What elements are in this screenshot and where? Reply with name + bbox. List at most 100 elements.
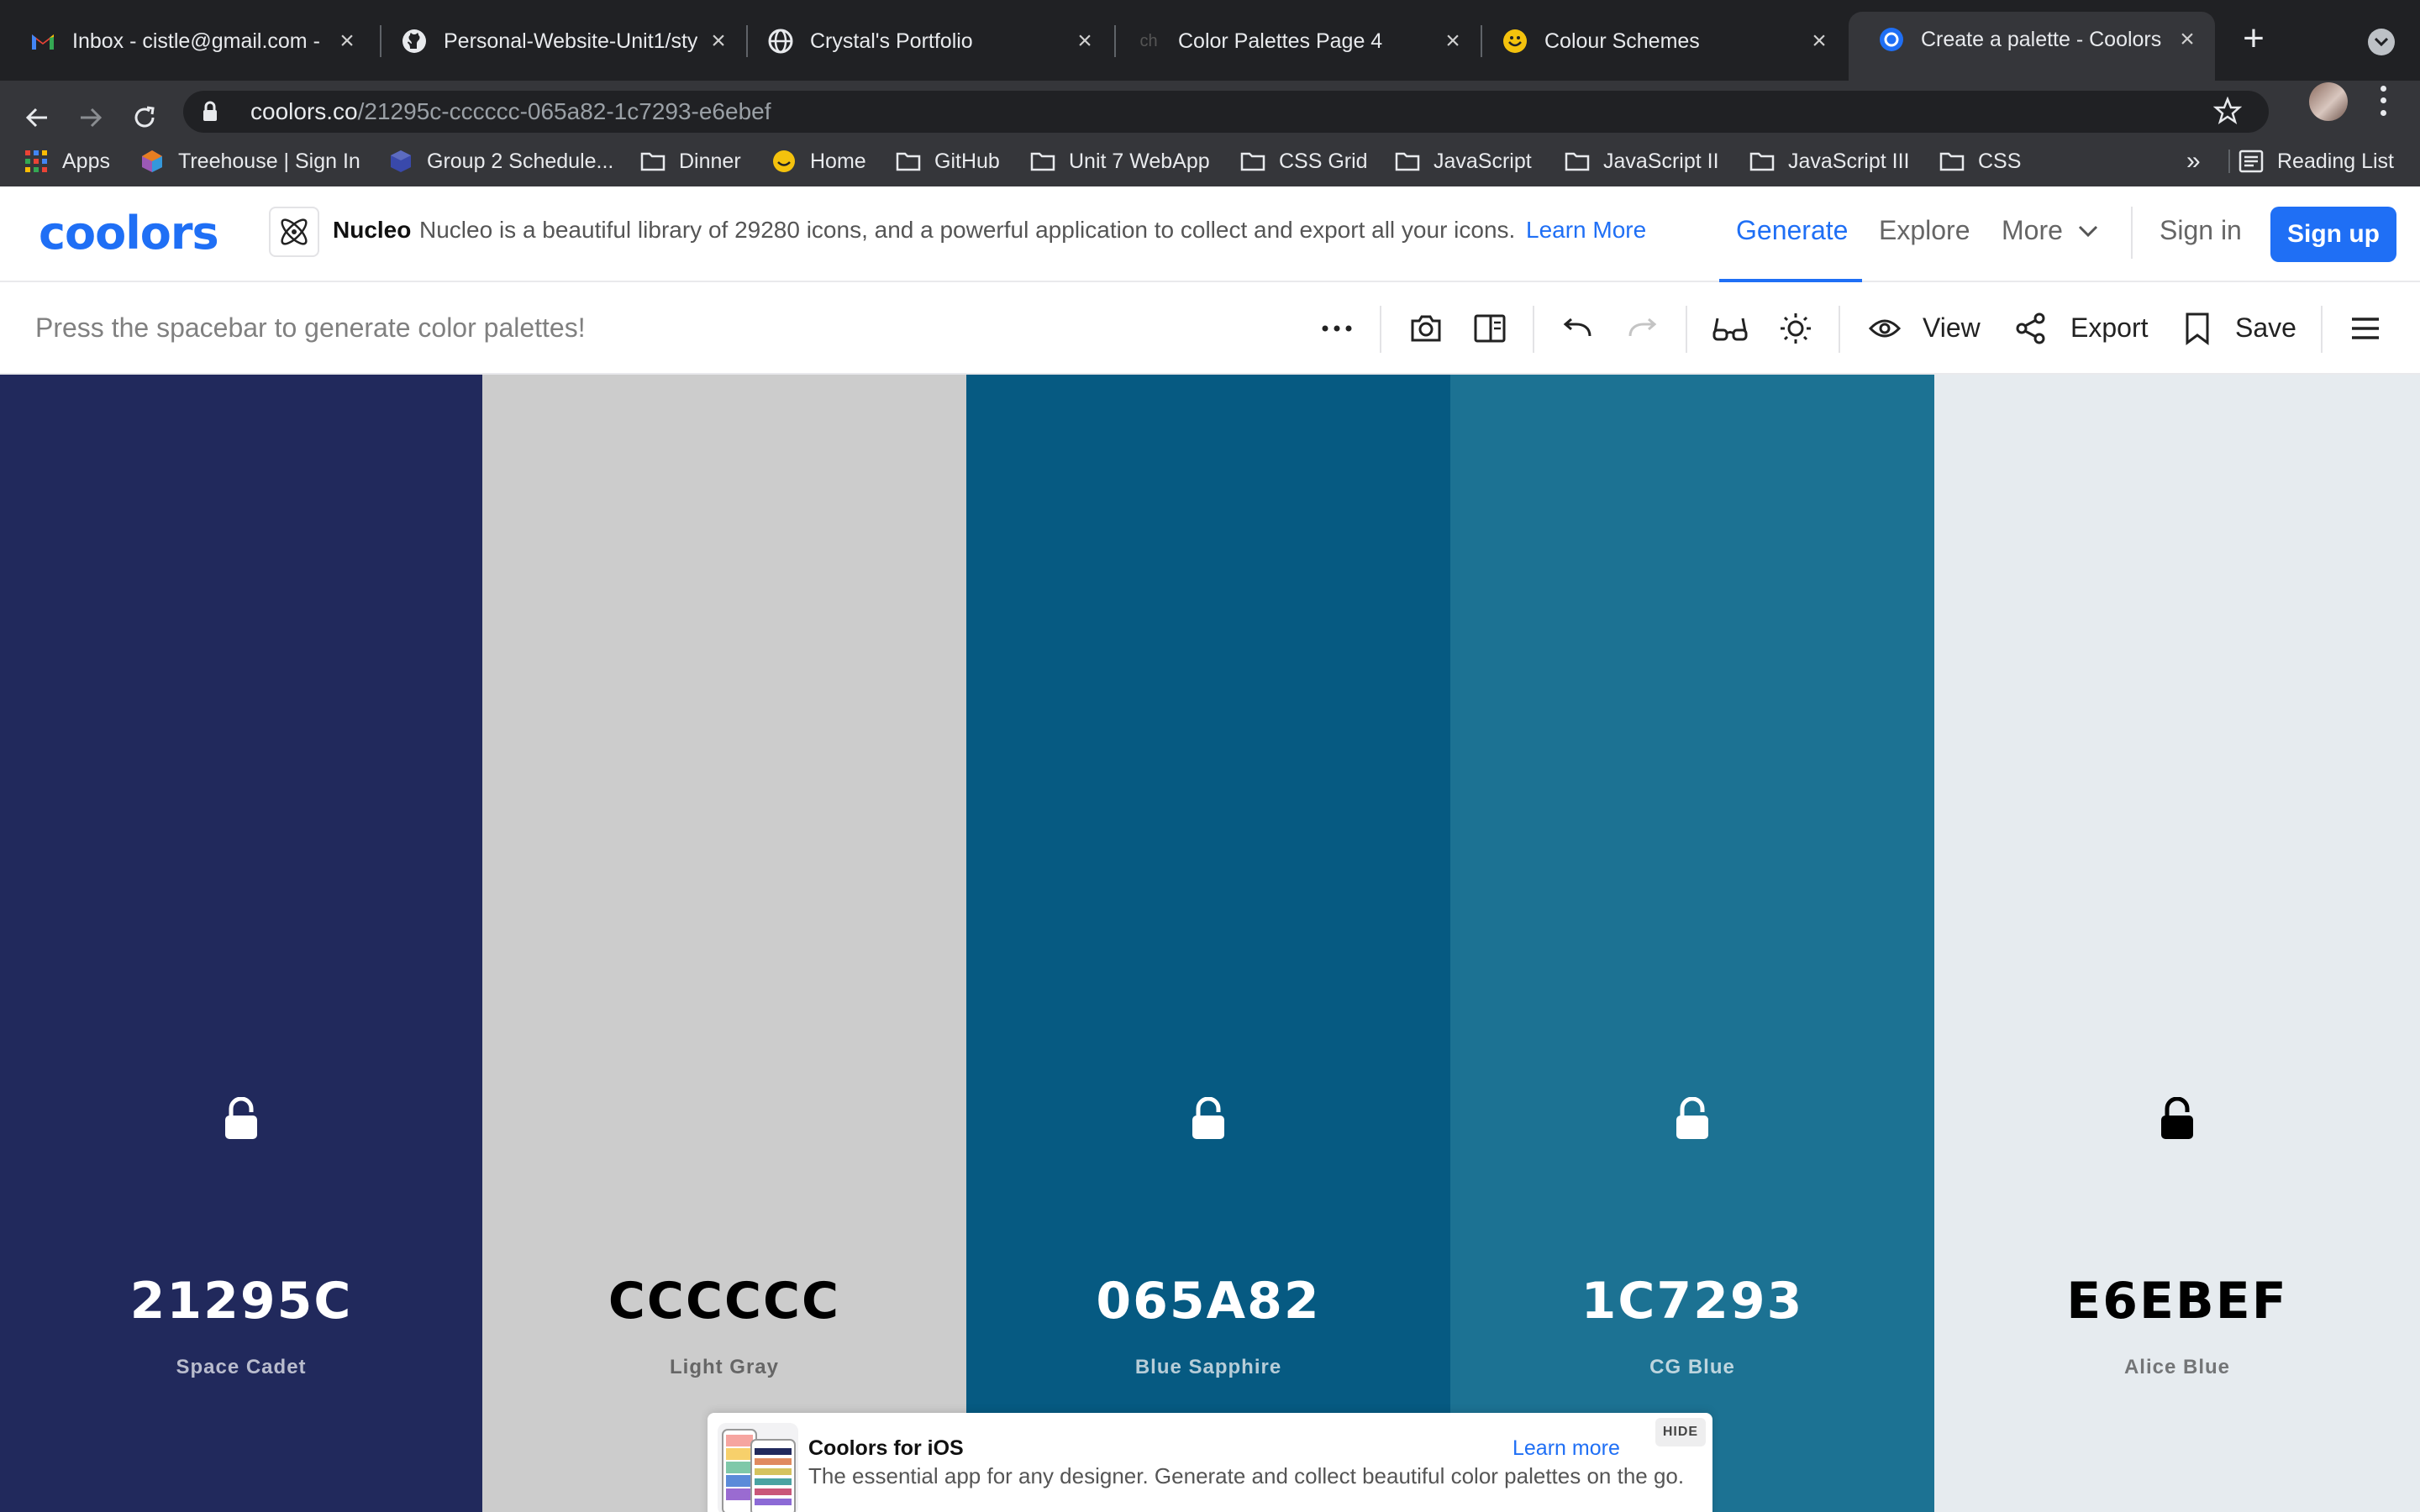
bookmark-home[interactable]: Home (771, 136, 866, 186)
profile-avatar[interactable] (2309, 82, 2348, 121)
sign-in-link[interactable]: Sign in (2160, 215, 2242, 246)
browser-tab[interactable]: Inbox - cistle@gmail.com - × (0, 13, 375, 69)
compare-layout-button[interactable] (1470, 309, 1509, 348)
close-icon[interactable]: × (1807, 27, 1832, 55)
browser-tab-active[interactable]: Create a palette - Coolors × (1849, 12, 2215, 81)
bookmark-folder[interactable]: CSS Grid (1240, 136, 1368, 186)
promo-title: Coolors for iOS (808, 1436, 964, 1460)
bookmark-label: JavaScript II (1603, 149, 1719, 173)
unlocked-lock-icon[interactable] (1190, 1097, 1227, 1141)
arrow-left-icon (25, 108, 47, 128)
undo-button[interactable] (1558, 309, 1597, 348)
unlocked-lock-icon[interactable] (2159, 1097, 2196, 1141)
toolbar-separator (1533, 306, 1534, 353)
color-name[interactable]: Light Gray (482, 1356, 966, 1379)
tab-title: Colour Schemes (1544, 29, 1700, 53)
bookmark-star-icon[interactable] (2212, 96, 2244, 127)
toolbar-separator (2321, 306, 2323, 353)
promo-learn-more-link[interactable]: Learn more (1512, 1436, 1620, 1461)
bookmark-folder[interactable]: Dinner (640, 136, 741, 186)
more-options-button[interactable] (1318, 309, 1356, 348)
bookmark-folder[interactable]: GitHub (896, 136, 1000, 186)
browser-tab[interactable]: Crystal's Portfolio × (738, 13, 1113, 69)
close-icon[interactable]: × (1440, 27, 1465, 55)
browser-tab[interactable]: Colour Schemes × (1472, 13, 1847, 69)
bookmark-label: GitHub (934, 149, 1000, 173)
close-icon[interactable]: × (334, 27, 360, 55)
lock-icon[interactable] (202, 100, 225, 123)
promo-hide-button[interactable]: HIDE (1655, 1418, 1706, 1446)
close-icon[interactable]: × (706, 27, 731, 55)
adjust-palette-button[interactable] (1776, 309, 1815, 348)
nav-generate[interactable]: Generate (1736, 215, 1848, 246)
export-label[interactable]: Export (2070, 312, 2148, 344)
color-name[interactable]: Alice Blue (1934, 1356, 2420, 1379)
bookmark-group-schedule[interactable]: Group 2 Schedule... (388, 136, 613, 186)
reload-button[interactable] (126, 99, 163, 136)
color-hex[interactable]: CCCCCC (482, 1272, 966, 1331)
hamburger-menu-icon (2352, 318, 2379, 339)
back-button[interactable] (18, 99, 55, 136)
color-hex[interactable]: 21295C (0, 1272, 482, 1331)
nucleo-logo-icon[interactable] (269, 207, 319, 257)
sign-up-button[interactable]: Sign up (2270, 207, 2396, 262)
color-swatch[interactable]: 1C7293 CG Blue (1450, 375, 1934, 1512)
unlocked-lock-icon[interactable] (223, 1097, 260, 1141)
folder-icon (1030, 149, 1055, 174)
export-button[interactable] (2012, 309, 2050, 348)
color-blindness-button[interactable] (1711, 309, 1749, 348)
browser-tab[interactable]: ch Color Palettes Page 4 × (1106, 13, 1481, 69)
color-hex[interactable]: 065A82 (966, 1272, 1450, 1331)
nav-explore[interactable]: Explore (1879, 215, 1970, 246)
redo-button[interactable] (1623, 309, 1662, 348)
split-view-icon (1474, 314, 1506, 343)
bookmark-apps[interactable]: Apps (24, 136, 110, 186)
color-swatch[interactable]: 065A82 Blue Sapphire (966, 375, 1450, 1512)
chevron-down-icon (2375, 38, 2388, 46)
color-hex[interactable]: 1C7293 (1450, 1272, 1934, 1331)
bookmark-treehouse[interactable]: Treehouse | Sign In (139, 136, 360, 186)
bookmark-label: Treehouse | Sign In (178, 149, 360, 173)
bookmark-folder[interactable]: CSS (1939, 136, 2021, 186)
close-icon[interactable]: × (1072, 27, 1097, 55)
unlocked-lock-icon[interactable] (1674, 1097, 1711, 1141)
view-button[interactable] (1865, 309, 1904, 348)
color-name[interactable]: CG Blue (1450, 1356, 1934, 1379)
camera-button[interactable] (1407, 309, 1445, 348)
forward-button[interactable] (72, 99, 109, 136)
bookmark-folder[interactable]: Unit 7 WebApp (1030, 136, 1210, 186)
folder-icon (1749, 149, 1775, 174)
browser-menu-button[interactable] (2373, 82, 2393, 119)
nav-more[interactable]: More (2002, 215, 2098, 246)
tab-search-button[interactable] (2368, 29, 2395, 55)
coolors-logo[interactable]: coolors (39, 208, 219, 259)
color-swatch[interactable]: E6EBEF Alice Blue (1934, 375, 2420, 1512)
color-swatch[interactable]: CCCCCC Light Gray (482, 375, 966, 1512)
smiley-icon (1502, 29, 1528, 54)
apps-grid-icon (24, 149, 49, 174)
ad-learn-more-link[interactable]: Learn More (1526, 217, 1646, 244)
bookmark-folder[interactable]: JavaScript II (1565, 136, 1719, 186)
folder-icon (1240, 149, 1265, 174)
close-icon[interactable]: × (2175, 25, 2200, 53)
color-name[interactable]: Space Cadet (0, 1356, 482, 1379)
app-screenshot-thumbnail (718, 1423, 798, 1512)
color-hex[interactable]: E6EBEF (1934, 1272, 2420, 1331)
reading-list[interactable]: Reading List (2238, 136, 2394, 186)
redo-icon (1628, 318, 1657, 337)
bookmark-label: Dinner (679, 149, 741, 173)
cube-icon (388, 149, 413, 174)
save-label[interactable]: Save (2235, 312, 2296, 344)
new-tab-button[interactable]: + (2235, 20, 2272, 59)
bookmark-folder[interactable]: JavaScript III (1749, 136, 1910, 186)
view-label[interactable]: View (1923, 312, 1981, 344)
bookmarks-separator (2228, 150, 2230, 173)
bookmarks-overflow-button[interactable]: » (2186, 136, 2201, 186)
address-bar[interactable]: coolors.co/21295c-cccccc-065a82-1c7293-e… (183, 91, 2269, 133)
menu-button[interactable] (2346, 309, 2385, 348)
color-swatch[interactable]: 21295C Space Cadet (0, 375, 482, 1512)
color-name[interactable]: Blue Sapphire (966, 1356, 1450, 1379)
save-button[interactable] (2178, 309, 2217, 348)
bookmark-folder[interactable]: JavaScript (1395, 136, 1532, 186)
browser-tab[interactable]: Personal-Website-Unit1/sty × (371, 13, 746, 69)
